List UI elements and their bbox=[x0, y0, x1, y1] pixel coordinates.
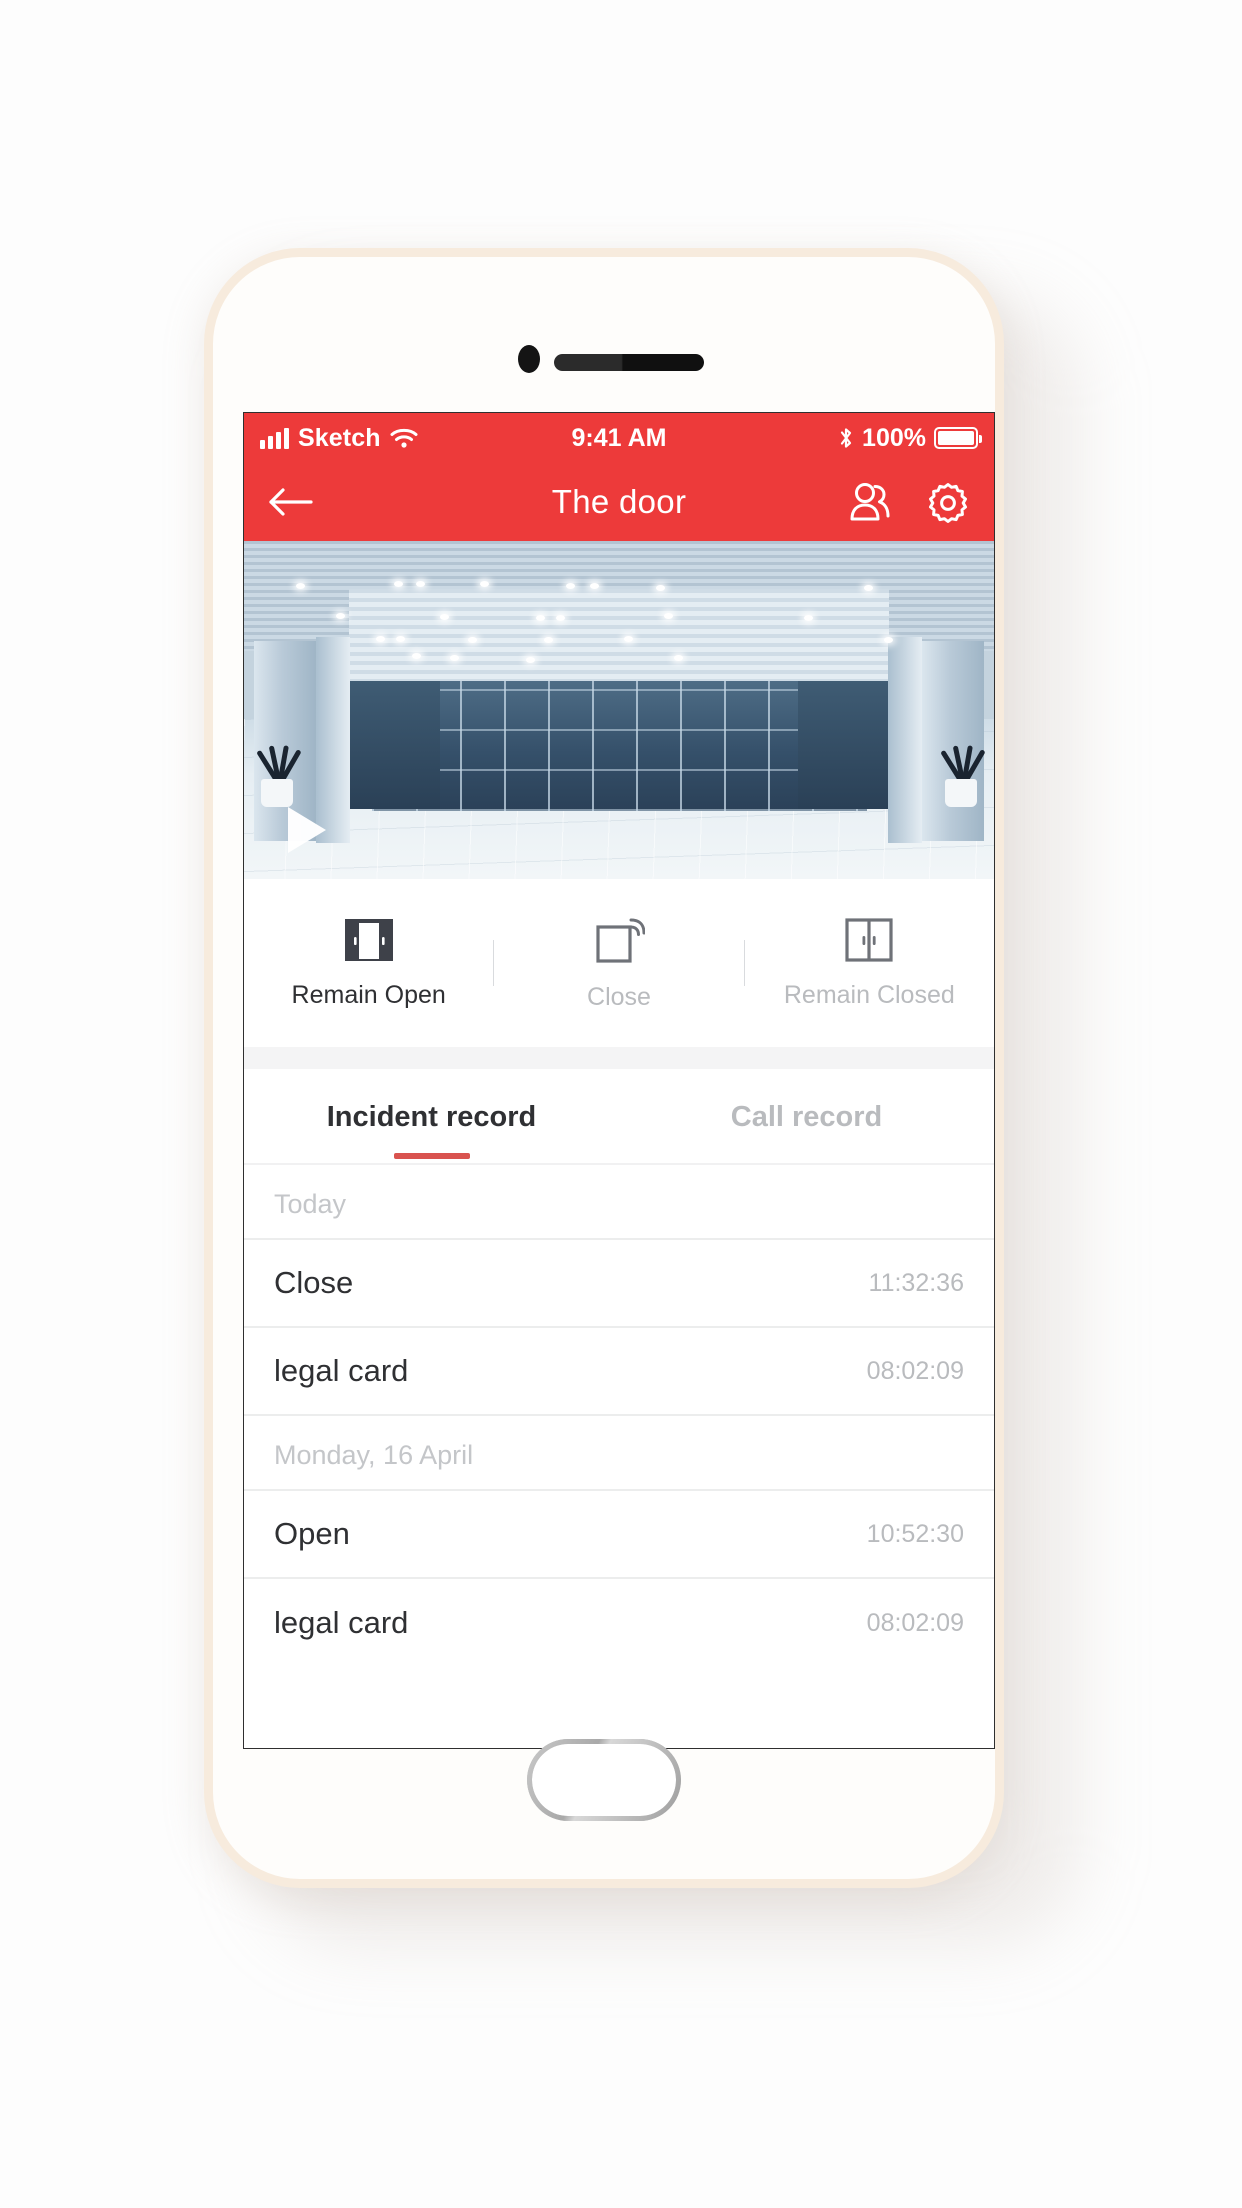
action-label: Remain Closed bbox=[783, 980, 955, 1009]
double-door-closed-icon bbox=[843, 917, 895, 963]
record-row[interactable]: legal card 08:02:09 bbox=[244, 1579, 994, 1667]
preview-lamp bbox=[416, 581, 425, 587]
record-row[interactable]: Open 10:52:30 bbox=[244, 1491, 994, 1579]
record-time: 10:52:30 bbox=[866, 1519, 964, 1548]
phone-device-frame: Sketch 9:41 AM 100% The door Remain Open… bbox=[204, 248, 1004, 1888]
section-spacer bbox=[244, 1047, 994, 1069]
tab-label: Incident record bbox=[326, 1100, 537, 1133]
bluetooth-icon bbox=[838, 426, 854, 450]
action-close[interactable]: Close bbox=[494, 879, 743, 1047]
record-title: legal card bbox=[274, 1605, 409, 1640]
preview-lamp bbox=[394, 581, 403, 587]
tab-active-indicator bbox=[393, 1153, 470, 1159]
preview-lamp bbox=[468, 637, 477, 643]
record-time: 08:02:09 bbox=[866, 1608, 964, 1637]
tabs-bottom-border bbox=[244, 1163, 994, 1165]
record-title: Close bbox=[274, 1265, 354, 1300]
preview-side-glass-left bbox=[350, 681, 440, 809]
earpiece-speaker bbox=[554, 354, 704, 371]
door-open-filled-icon bbox=[343, 917, 395, 963]
action-remain-open[interactable]: Remain Open bbox=[244, 879, 493, 1047]
preview-lamp bbox=[296, 583, 305, 589]
preview-lamp bbox=[656, 585, 665, 591]
action-remain-closed[interactable]: Remain Closed bbox=[745, 879, 994, 1047]
preview-lamp bbox=[624, 636, 633, 642]
battery-percent-label: 100% bbox=[862, 423, 926, 452]
preview-pot bbox=[945, 779, 977, 807]
preview-plant-left bbox=[250, 745, 304, 807]
phone-top-bezel bbox=[213, 257, 995, 421]
preview-column-right bbox=[922, 641, 984, 841]
preview-glass-doors bbox=[371, 681, 867, 811]
tab-label: Call record bbox=[730, 1100, 883, 1133]
nav-bar: The door bbox=[244, 463, 994, 541]
status-bar: Sketch 9:41 AM 100% bbox=[244, 413, 994, 463]
preview-lamp bbox=[336, 613, 345, 619]
preview-lamp bbox=[376, 636, 385, 642]
back-button[interactable] bbox=[268, 485, 314, 519]
camera-preview[interactable] bbox=[244, 541, 994, 879]
preview-lamp bbox=[566, 583, 575, 589]
action-label: Remain Open bbox=[291, 980, 446, 1009]
record-row[interactable]: Close 11:32:36 bbox=[244, 1240, 994, 1328]
preview-side-glass-right bbox=[798, 681, 888, 809]
preview-lamp bbox=[556, 615, 565, 621]
preview-lamp bbox=[480, 581, 489, 587]
preview-lamp bbox=[590, 583, 599, 589]
record-title: legal card bbox=[274, 1353, 409, 1388]
phone-screen: Sketch 9:41 AM 100% The door Remain Open… bbox=[243, 412, 995, 1749]
preview-plant-right bbox=[934, 745, 988, 807]
preview-lamp bbox=[440, 614, 449, 620]
preview-lamp bbox=[804, 615, 813, 621]
battery-full-icon bbox=[934, 427, 982, 449]
page-root: Sketch 9:41 AM 100% The door Remain Open… bbox=[0, 0, 1242, 2208]
nav-bar-actions bbox=[848, 480, 970, 524]
record-time: 11:32:36 bbox=[868, 1268, 964, 1297]
gear-icon[interactable] bbox=[926, 480, 970, 524]
preview-lamp bbox=[544, 637, 553, 643]
preview-lamp bbox=[396, 636, 405, 642]
action-label: Close bbox=[587, 982, 651, 1011]
play-icon[interactable] bbox=[288, 807, 326, 853]
preview-pot bbox=[261, 779, 293, 807]
tab-incident-record[interactable]: Incident record bbox=[244, 1069, 619, 1165]
preview-lamp bbox=[536, 615, 545, 621]
users-icon[interactable] bbox=[848, 481, 892, 523]
record-row[interactable]: legal card 08:02:09 bbox=[244, 1328, 994, 1416]
preview-lamp bbox=[412, 653, 421, 659]
record-title: Open bbox=[274, 1516, 350, 1551]
record-list: Today Close 11:32:36 legal card 08:02:09… bbox=[244, 1165, 994, 1667]
preview-lamp bbox=[664, 613, 673, 619]
preview-lamp bbox=[884, 637, 893, 643]
door-action-row: Remain Open Close Remain Closed bbox=[244, 879, 994, 1047]
status-bar-right: 100% bbox=[838, 423, 982, 453]
tab-call-record[interactable]: Call record bbox=[619, 1069, 994, 1165]
front-camera-icon bbox=[518, 345, 540, 373]
record-time: 08:02:09 bbox=[866, 1356, 964, 1385]
preview-column-inner-right bbox=[888, 637, 922, 843]
preview-lamp bbox=[450, 655, 459, 661]
preview-lamp bbox=[526, 657, 535, 663]
record-group-header: Monday, 16 April bbox=[244, 1416, 994, 1491]
preview-lamp bbox=[864, 585, 873, 591]
door-close-signal-icon bbox=[593, 915, 645, 965]
record-tabs: Incident record Call record bbox=[244, 1069, 994, 1165]
record-group-header: Today bbox=[244, 1165, 994, 1240]
preview-lamp bbox=[674, 655, 683, 661]
home-button[interactable] bbox=[527, 1739, 681, 1821]
